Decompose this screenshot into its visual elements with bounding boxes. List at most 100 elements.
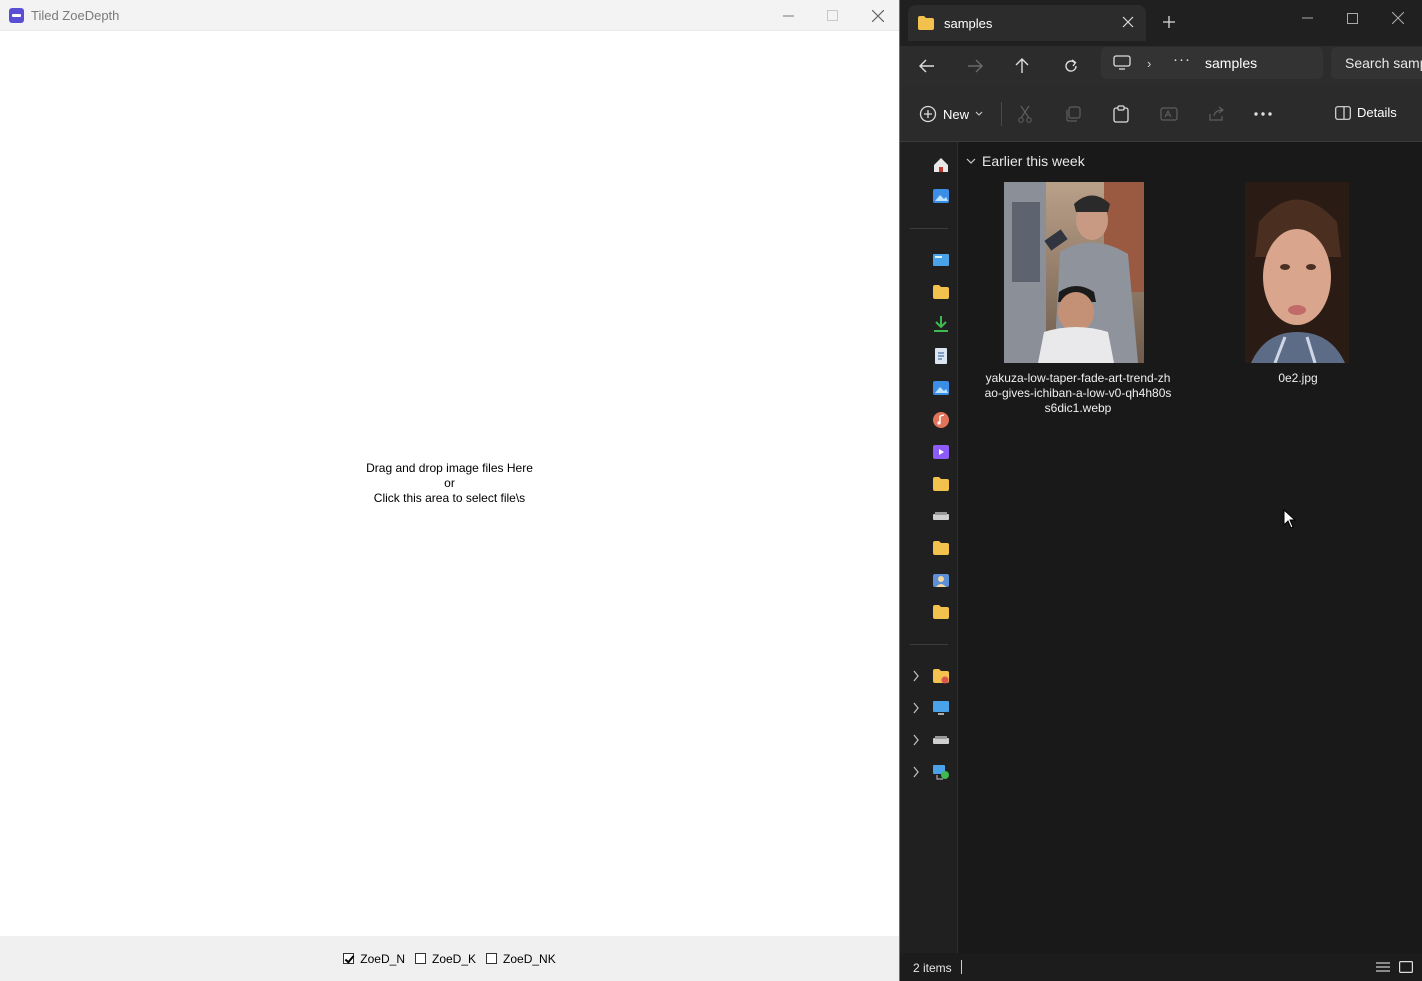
search-placeholder: Search samples bbox=[1345, 55, 1422, 71]
drop-zone[interactable]: Drag and drop image files Here or Click … bbox=[0, 31, 899, 936]
address-breadcrumb[interactable]: › ··· samples bbox=[1101, 47, 1323, 79]
details-view-icon[interactable] bbox=[1375, 961, 1391, 973]
new-button[interactable]: New bbox=[919, 105, 983, 123]
zoed-k-checkbox[interactable]: ZoeD_K bbox=[414, 951, 477, 966]
drive-icon[interactable] bbox=[932, 731, 950, 749]
current-folder-label[interactable]: samples bbox=[1205, 55, 1257, 71]
tab-samples[interactable]: samples bbox=[908, 5, 1146, 41]
chevron-right-icon[interactable] bbox=[912, 702, 920, 714]
desktop-icon[interactable] bbox=[932, 251, 950, 269]
back-button[interactable] bbox=[916, 55, 938, 77]
address-bar-row: › ··· samples Search samples bbox=[900, 46, 1422, 86]
share-icon bbox=[1209, 106, 1224, 121]
file-name-line: 0e2.jpg bbox=[1278, 371, 1318, 385]
pictures-icon[interactable] bbox=[932, 379, 950, 397]
zoed-n-checkbox[interactable]: ZoeD_N bbox=[343, 952, 405, 966]
nav-divider bbox=[910, 228, 948, 229]
chevron-right-icon[interactable] bbox=[912, 766, 920, 778]
file-explorer-window: samples › ··· samples Search sam New Det… bbox=[900, 0, 1422, 981]
drop-text-line2: or bbox=[444, 476, 455, 490]
status-divider bbox=[961, 960, 962, 974]
checkbox-label: ZoeD_K bbox=[431, 951, 477, 966]
zoedepth-window: Tiled ZoeDepth Drag and drop image files… bbox=[0, 0, 900, 981]
rename-icon bbox=[1160, 107, 1178, 121]
status-bar: 2 items bbox=[900, 953, 1422, 981]
music-icon[interactable] bbox=[932, 411, 950, 429]
details-pane-button[interactable]: Details bbox=[1335, 105, 1397, 120]
search-box[interactable]: Search samples bbox=[1331, 47, 1422, 79]
explorer-maximize-button[interactable] bbox=[1339, 8, 1365, 28]
group-header[interactable]: Earlier this week bbox=[966, 153, 1085, 169]
maximize-button[interactable] bbox=[809, 0, 855, 31]
chevron-right-icon[interactable] bbox=[912, 670, 920, 682]
drive-icon[interactable] bbox=[932, 507, 950, 525]
file-name[interactable]: yakuza-low-taper-fade-art-trend-zh ao-gi… bbox=[978, 371, 1178, 416]
explorer-close-button[interactable] bbox=[1385, 8, 1411, 28]
chevron-down-icon bbox=[966, 158, 976, 164]
mouse-cursor-icon bbox=[1283, 509, 1297, 529]
videos-icon[interactable] bbox=[932, 443, 950, 461]
model-options-bar: ZoeD_N ZoeD_K ZoeD_NK bbox=[0, 936, 899, 981]
up-button[interactable] bbox=[1011, 55, 1033, 77]
this-pc-icon[interactable] bbox=[932, 699, 950, 717]
arrow-up-icon bbox=[1015, 58, 1029, 73]
zoedepth-title-bar[interactable]: Tiled ZoeDepth bbox=[0, 0, 899, 31]
checkbox-unchecked-icon[interactable] bbox=[486, 953, 498, 964]
new-button-label: New bbox=[943, 106, 970, 122]
gallery-icon[interactable] bbox=[932, 187, 950, 205]
network-icon[interactable] bbox=[932, 763, 950, 781]
close-icon bbox=[872, 9, 884, 22]
file-name[interactable]: 0e2.jpg bbox=[1246, 371, 1350, 386]
cut-button[interactable] bbox=[1015, 105, 1035, 123]
drop-text-line3: Click this area to select file\s bbox=[373, 491, 526, 505]
toolbar-divider bbox=[1001, 102, 1002, 126]
plus-circle-icon bbox=[919, 105, 937, 123]
folder-icon[interactable] bbox=[932, 475, 950, 493]
chevron-right-icon[interactable] bbox=[912, 734, 920, 746]
folder-icon[interactable] bbox=[932, 539, 950, 557]
explorer-minimize-button[interactable] bbox=[1294, 8, 1320, 28]
onedrive-folder-icon[interactable] bbox=[932, 667, 950, 685]
details-label: Details bbox=[1357, 105, 1397, 120]
file-list-area[interactable]: Earlier this week yakuza-low-taper-fade-… bbox=[958, 142, 1422, 953]
rename-button[interactable] bbox=[1159, 105, 1179, 123]
zoed-nk-checkbox[interactable]: ZoeD_NK bbox=[486, 952, 556, 966]
user-folder-icon[interactable] bbox=[932, 571, 950, 589]
arrow-right-icon bbox=[968, 59, 983, 73]
copy-icon bbox=[1066, 106, 1081, 122]
more-options-button[interactable] bbox=[1253, 105, 1273, 123]
arrow-left-icon bbox=[919, 59, 934, 73]
file-name-line: yakuza-low-taper-fade-art-trend-zh bbox=[985, 371, 1171, 385]
more-path-icon[interactable]: ··· bbox=[1173, 51, 1191, 68]
folder-icon bbox=[918, 16, 934, 30]
close-button[interactable] bbox=[855, 0, 901, 31]
chevron-right-icon: › bbox=[1147, 56, 1152, 71]
drop-text-line1: Drag and drop image files Here bbox=[366, 461, 533, 475]
minimize-icon bbox=[782, 15, 794, 17]
checkbox-label: ZoeD_N bbox=[360, 951, 405, 966]
downloads-icon[interactable] bbox=[932, 315, 950, 333]
forward-button[interactable] bbox=[964, 55, 986, 77]
add-tab-icon[interactable] bbox=[1162, 15, 1176, 29]
chevron-down-icon bbox=[975, 111, 983, 116]
maximize-icon bbox=[1346, 12, 1358, 24]
paste-button[interactable] bbox=[1111, 105, 1131, 123]
tiles-view-icon[interactable] bbox=[1399, 961, 1413, 973]
folder-icon[interactable] bbox=[932, 283, 950, 301]
copy-button[interactable] bbox=[1063, 105, 1083, 123]
share-button[interactable] bbox=[1207, 105, 1227, 123]
drop-instructions: Drag and drop image files Here or Click … bbox=[0, 461, 899, 506]
folder-icon[interactable] bbox=[932, 603, 950, 621]
close-tab-icon[interactable] bbox=[1122, 16, 1134, 28]
explorer-tab-bar: samples bbox=[900, 0, 1422, 46]
home-icon[interactable] bbox=[932, 156, 950, 174]
nav-divider bbox=[910, 644, 948, 645]
refresh-button[interactable] bbox=[1060, 55, 1082, 77]
checkbox-checked-icon[interactable] bbox=[343, 953, 355, 964]
minimize-button[interactable] bbox=[765, 0, 811, 31]
file-thumbnail-0e2[interactable] bbox=[1245, 182, 1349, 363]
file-thumbnail-yakuza[interactable] bbox=[1004, 182, 1144, 363]
documents-icon[interactable] bbox=[932, 347, 950, 365]
checkbox-label: ZoeD_NK bbox=[503, 951, 556, 966]
checkbox-unchecked-icon[interactable] bbox=[414, 953, 426, 964]
